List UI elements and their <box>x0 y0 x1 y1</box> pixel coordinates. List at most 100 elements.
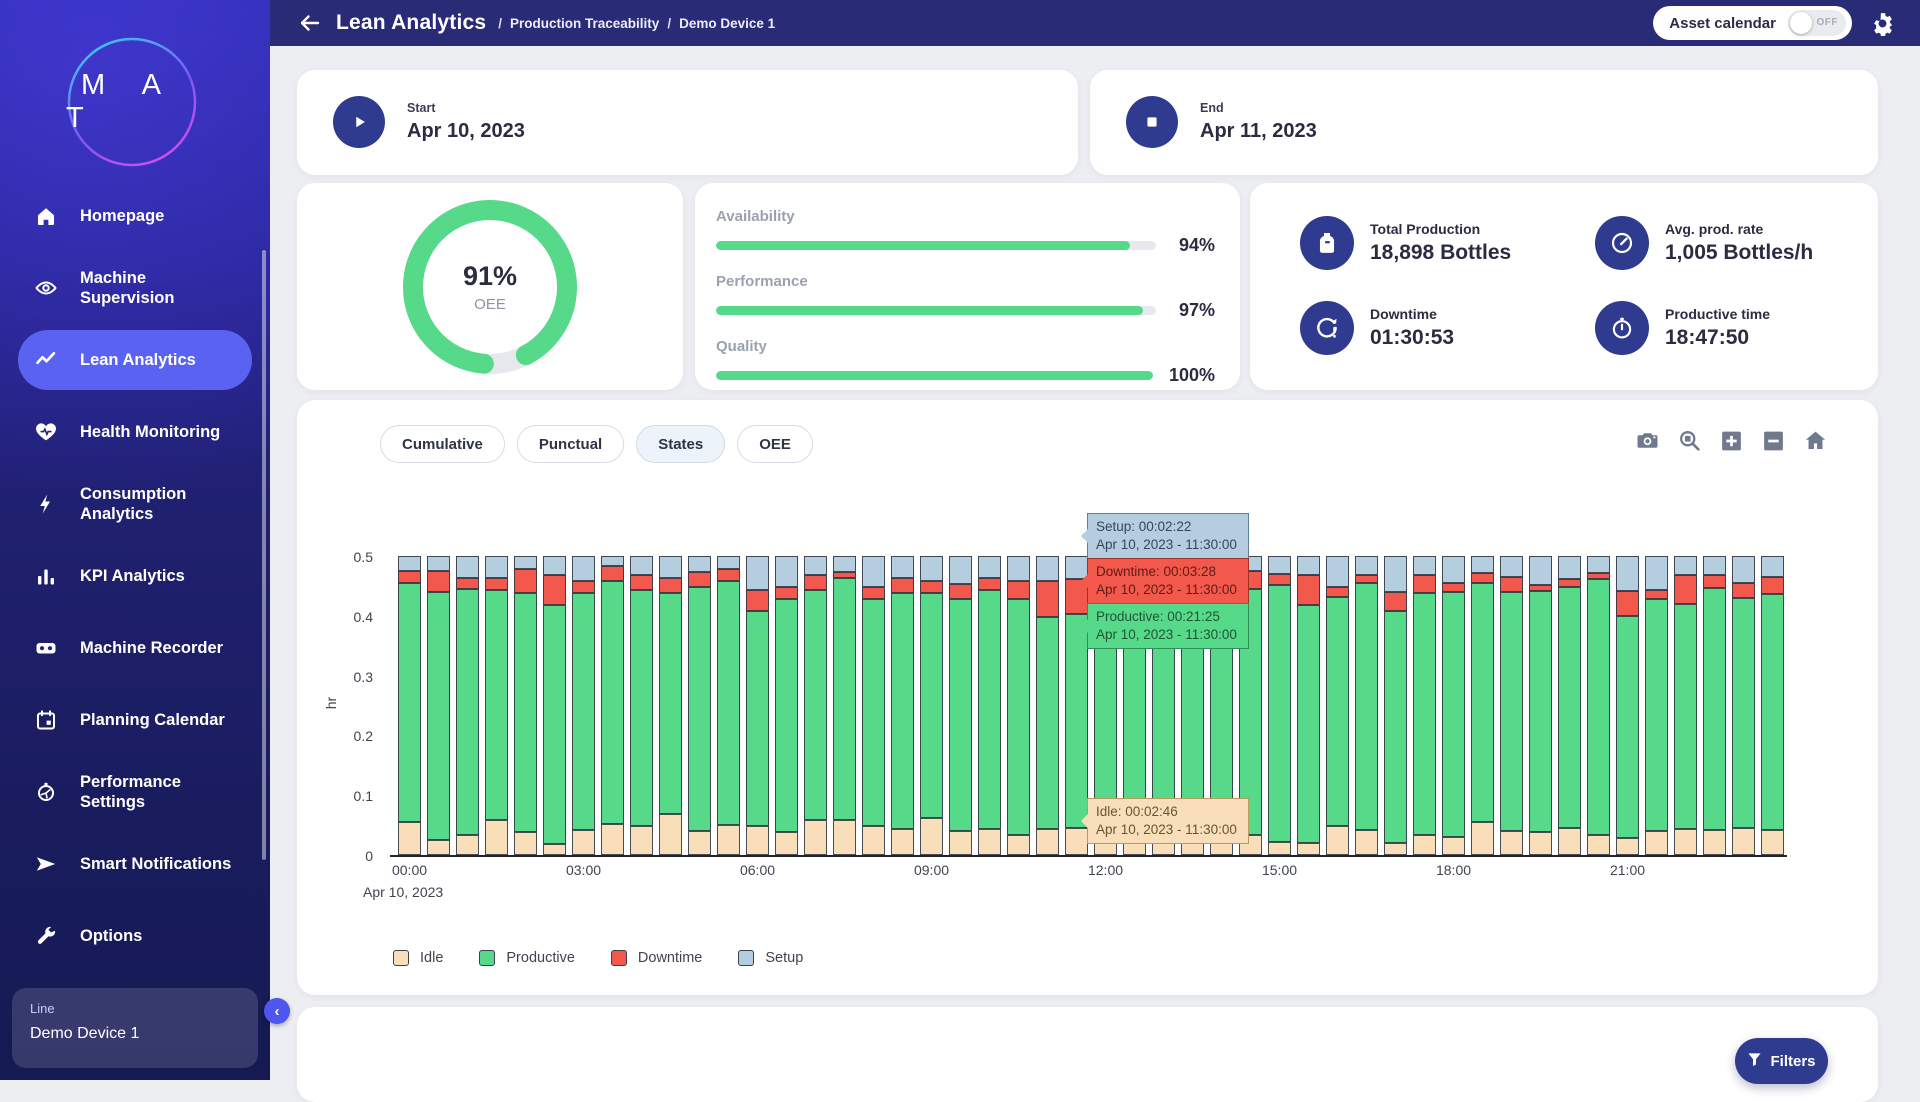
bar-42-downtime-segment[interactable] <box>1616 591 1639 616</box>
asset-calendar-switch[interactable]: OFF <box>1788 10 1846 36</box>
bar-30-setup-segment[interactable] <box>1268 556 1291 574</box>
sidebar-item-homepage[interactable]: Homepage <box>0 180 270 252</box>
stacked-bar-18[interactable] <box>920 556 943 855</box>
bar-19-downtime-segment[interactable] <box>949 584 972 599</box>
legend-item-productive[interactable]: Productive <box>479 950 575 966</box>
stacked-bar-36[interactable] <box>1442 556 1465 855</box>
stacked-bar-33[interactable] <box>1355 556 1378 855</box>
bar-16-setup-segment[interactable] <box>862 556 885 587</box>
bar-9-setup-segment[interactable] <box>659 556 682 578</box>
bar-41-idle-segment[interactable] <box>1587 835 1610 855</box>
bar-6-downtime-segment[interactable] <box>572 581 595 593</box>
bar-2-setup-segment[interactable] <box>456 556 479 578</box>
bar-2-downtime-segment[interactable] <box>456 578 479 589</box>
bar-4-productive-segment[interactable] <box>514 593 537 832</box>
bar-37-productive-segment[interactable] <box>1471 583 1494 822</box>
bar-6-setup-segment[interactable] <box>572 556 595 581</box>
bar-32-downtime-segment[interactable] <box>1326 587 1349 597</box>
bar-6-productive-segment[interactable] <box>572 593 595 830</box>
bar-36-downtime-segment[interactable] <box>1442 583 1465 592</box>
bar-46-setup-segment[interactable] <box>1732 556 1755 583</box>
bar-47-idle-segment[interactable] <box>1761 830 1784 855</box>
bar-40-idle-segment[interactable] <box>1558 828 1581 856</box>
bar-21-idle-segment[interactable] <box>1007 835 1030 855</box>
stacked-bar-9[interactable] <box>659 556 682 855</box>
back-arrow-icon[interactable] <box>298 11 322 35</box>
bar-23-idle-segment[interactable] <box>1065 828 1088 856</box>
stacked-bar-13[interactable] <box>775 556 798 855</box>
bar-9-productive-segment[interactable] <box>659 593 682 814</box>
bar-10-downtime-segment[interactable] <box>688 572 711 587</box>
sidebar-item-kpi-analytics[interactable]: KPI Analytics <box>0 540 270 612</box>
stacked-bar-19[interactable] <box>949 556 972 855</box>
bar-40-downtime-segment[interactable] <box>1558 579 1581 587</box>
stacked-bar-37[interactable] <box>1471 556 1494 855</box>
bar-10-productive-segment[interactable] <box>688 587 711 831</box>
bar-5-productive-segment[interactable] <box>543 605 566 844</box>
bar-31-idle-segment[interactable] <box>1297 843 1320 855</box>
bar-7-setup-segment[interactable] <box>601 556 624 566</box>
bar-17-downtime-segment[interactable] <box>891 578 914 594</box>
stacked-bar-45[interactable] <box>1703 556 1726 855</box>
bar-22-setup-segment[interactable] <box>1036 556 1059 581</box>
bar-13-productive-segment[interactable] <box>775 599 798 832</box>
bar-34-setup-segment[interactable] <box>1384 556 1407 592</box>
bar-35-downtime-segment[interactable] <box>1413 575 1436 593</box>
bar-33-setup-segment[interactable] <box>1355 556 1378 575</box>
sidebar-item-machine-supervision[interactable]: Machine Supervision <box>0 252 270 324</box>
bar-46-productive-segment[interactable] <box>1732 598 1755 828</box>
bar-43-downtime-segment[interactable] <box>1645 590 1668 600</box>
stacked-bar-20[interactable] <box>978 556 1001 855</box>
zoom-in-icon[interactable] <box>1719 428 1744 453</box>
bar-19-productive-segment[interactable] <box>949 599 972 831</box>
stacked-bar-41[interactable] <box>1587 556 1610 855</box>
stacked-bar-30[interactable] <box>1268 556 1291 855</box>
bar-33-productive-segment[interactable] <box>1355 583 1378 830</box>
bar-12-setup-segment[interactable] <box>746 556 769 590</box>
bar-22-downtime-segment[interactable] <box>1036 581 1059 617</box>
bar-18-idle-segment[interactable] <box>920 818 943 855</box>
bar-32-setup-segment[interactable] <box>1326 556 1349 587</box>
bar-8-downtime-segment[interactable] <box>630 575 653 590</box>
bar-36-idle-segment[interactable] <box>1442 837 1465 855</box>
bar-17-idle-segment[interactable] <box>891 829 914 855</box>
stacked-bar-8[interactable] <box>630 556 653 855</box>
bar-17-productive-segment[interactable] <box>891 593 914 829</box>
bar-10-idle-segment[interactable] <box>688 831 711 855</box>
asset-calendar-toggle-pill[interactable]: Asset calendar OFF <box>1653 6 1852 40</box>
bar-8-setup-segment[interactable] <box>630 556 653 575</box>
bar-17-setup-segment[interactable] <box>891 556 914 578</box>
stacked-bar-14[interactable] <box>804 556 827 855</box>
stacked-bar-43[interactable] <box>1645 556 1668 855</box>
bar-0-setup-segment[interactable] <box>398 556 421 571</box>
bar-44-downtime-segment[interactable] <box>1674 575 1697 604</box>
bar-9-downtime-segment[interactable] <box>659 578 682 593</box>
bar-7-idle-segment[interactable] <box>601 824 624 855</box>
bar-14-downtime-segment[interactable] <box>804 575 827 590</box>
stacked-bar-6[interactable] <box>572 556 595 855</box>
bar-40-productive-segment[interactable] <box>1558 587 1581 827</box>
bar-19-idle-segment[interactable] <box>949 831 972 855</box>
bar-14-productive-segment[interactable] <box>804 590 827 820</box>
bar-44-idle-segment[interactable] <box>1674 829 1697 855</box>
stacked-bar-12[interactable] <box>746 556 769 855</box>
bar-41-setup-segment[interactable] <box>1587 556 1610 573</box>
stacked-bar-38[interactable] <box>1500 556 1523 855</box>
bar-11-setup-segment[interactable] <box>717 556 740 569</box>
stacked-bar-46[interactable] <box>1732 556 1755 855</box>
bar-44-setup-segment[interactable] <box>1674 556 1697 575</box>
bar-7-productive-segment[interactable] <box>601 581 624 824</box>
bar-23-productive-segment[interactable] <box>1065 614 1088 827</box>
breadcrumb-item[interactable]: Production Traceability <box>510 16 659 31</box>
bar-47-setup-segment[interactable] <box>1761 556 1784 577</box>
bar-31-productive-segment[interactable] <box>1297 605 1320 843</box>
bar-16-idle-segment[interactable] <box>862 826 885 855</box>
bar-31-setup-segment[interactable] <box>1297 556 1320 575</box>
bar-12-idle-segment[interactable] <box>746 826 769 855</box>
bar-18-setup-segment[interactable] <box>920 556 943 581</box>
bar-21-downtime-segment[interactable] <box>1007 581 1030 599</box>
bar-5-setup-segment[interactable] <box>543 556 566 575</box>
bar-4-setup-segment[interactable] <box>514 556 537 569</box>
stacked-bar-11[interactable] <box>717 556 740 855</box>
bar-20-productive-segment[interactable] <box>978 590 1001 829</box>
